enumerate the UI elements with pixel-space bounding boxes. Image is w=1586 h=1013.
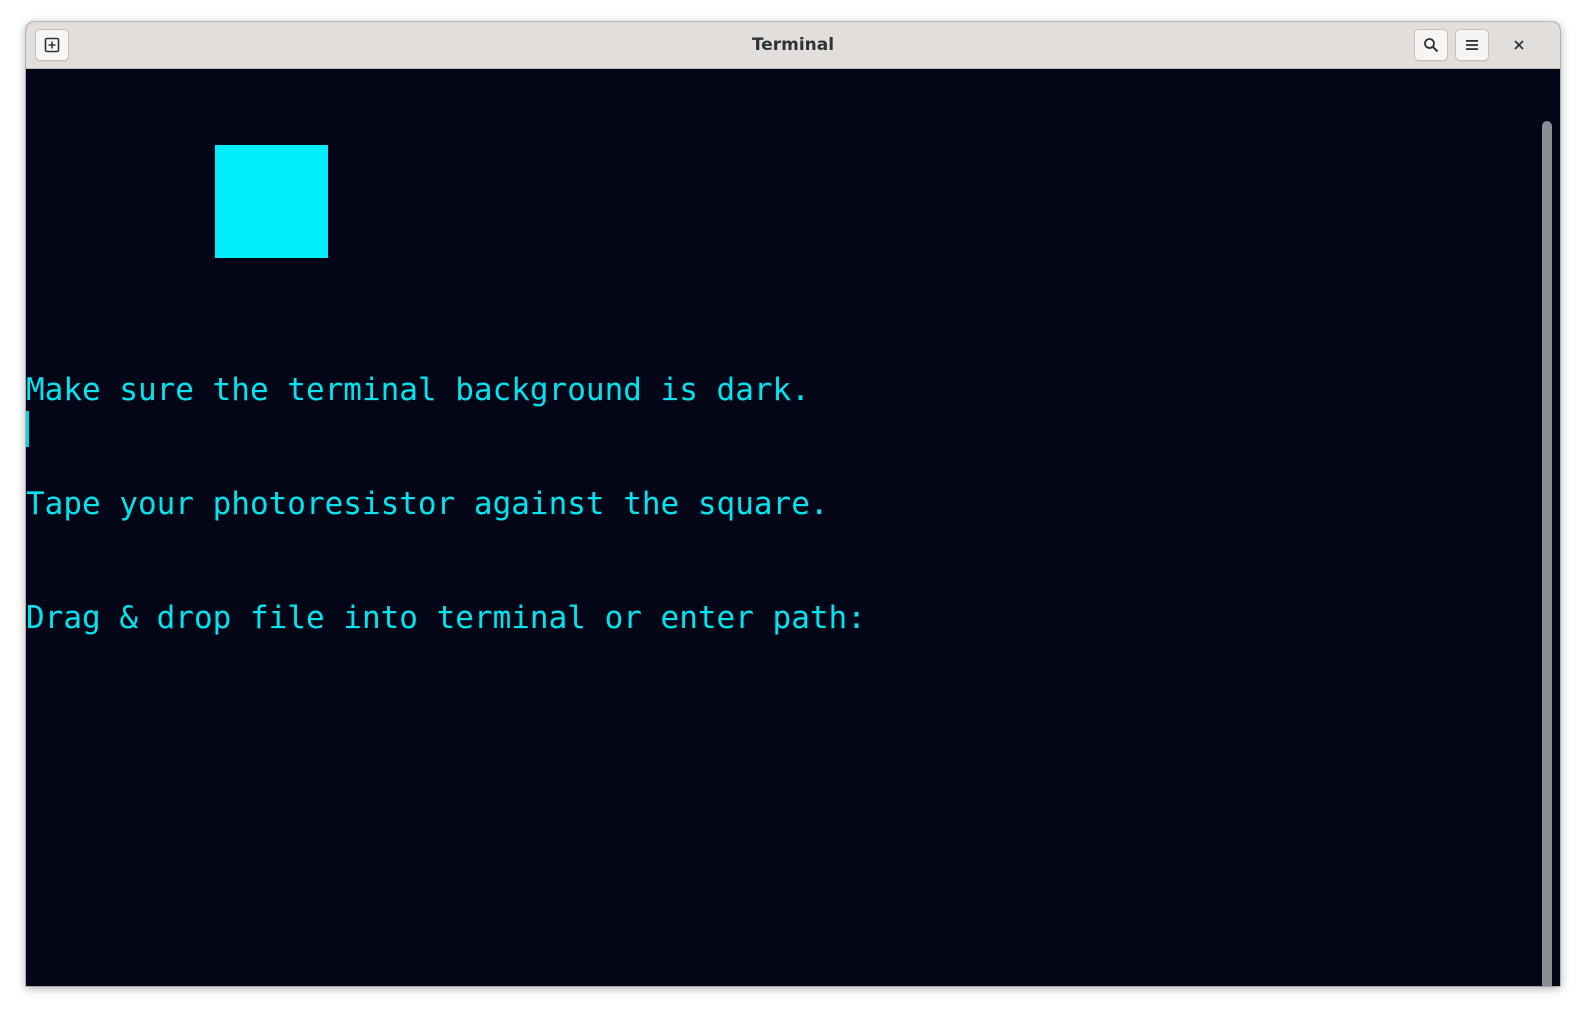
terminal-window: Terminal Make sure the terminal backgrou… (26, 22, 1560, 986)
text-cursor (26, 411, 29, 447)
search-icon (1423, 37, 1439, 53)
menu-button[interactable] (1455, 29, 1489, 61)
header-bar: Terminal (26, 22, 1560, 69)
terminal-line: Drag & drop file into terminal or enter … (26, 600, 866, 636)
close-icon (1513, 36, 1525, 55)
terminal-output[interactable]: Make sure the terminal background is dar… (26, 69, 1531, 986)
terminal-text: Make sure the terminal background is dar… (26, 295, 866, 713)
terminal-line: Make sure the terminal background is dar… (26, 372, 810, 408)
calibration-square (215, 145, 328, 258)
scrollbar-thumb[interactable] (1542, 121, 1552, 986)
window-title: Terminal (751, 35, 835, 55)
search-button[interactable] (1414, 29, 1448, 61)
terminal-line: Tape your photoresistor against the squa… (26, 486, 829, 522)
close-button[interactable] (1502, 29, 1536, 61)
hamburger-menu-icon (1465, 38, 1479, 52)
scrollbar[interactable] (1531, 69, 1560, 986)
